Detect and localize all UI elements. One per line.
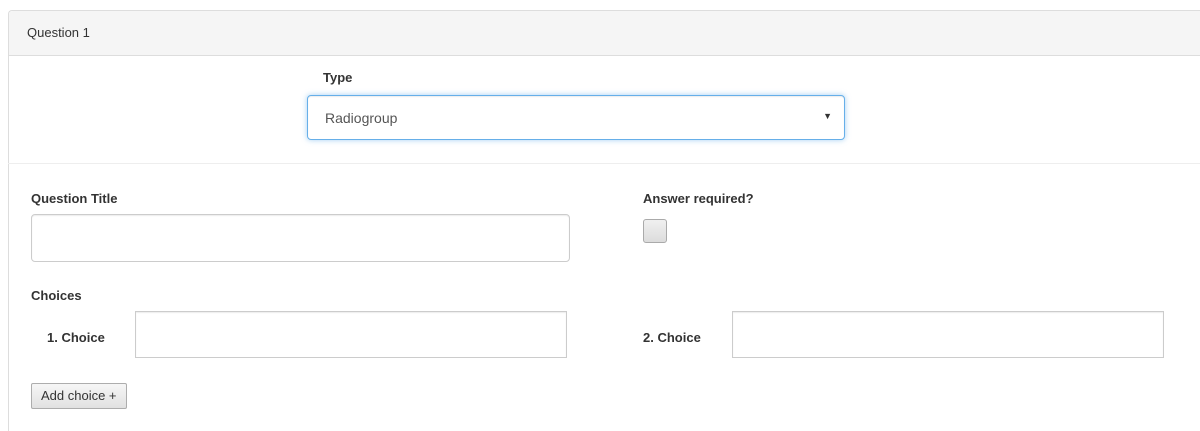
question-title-input[interactable] (31, 214, 570, 262)
panel-heading: Question 1 (9, 11, 1200, 56)
choice-1-label: 1. Choice (47, 330, 105, 345)
choice-1-input[interactable] (135, 311, 567, 358)
choices-label: Choices (31, 288, 82, 303)
section-divider (8, 163, 1200, 164)
panel-heading-title: Question 1 (27, 25, 90, 40)
answer-required-label: Answer required? (643, 191, 754, 206)
answer-required-checkbox[interactable] (643, 219, 667, 243)
type-select-value: Radiogroup (325, 110, 398, 126)
choice-2-input[interactable] (732, 311, 1164, 358)
dropdown-arrow-icon: ▼ (823, 111, 832, 121)
type-select[interactable]: Radiogroup ▼ (307, 95, 845, 140)
type-label: Type (323, 70, 353, 85)
add-choice-button[interactable]: Add choice + (31, 383, 127, 409)
question-title-label: Question Title (31, 191, 118, 206)
choice-2-label: 2. Choice (643, 330, 701, 345)
